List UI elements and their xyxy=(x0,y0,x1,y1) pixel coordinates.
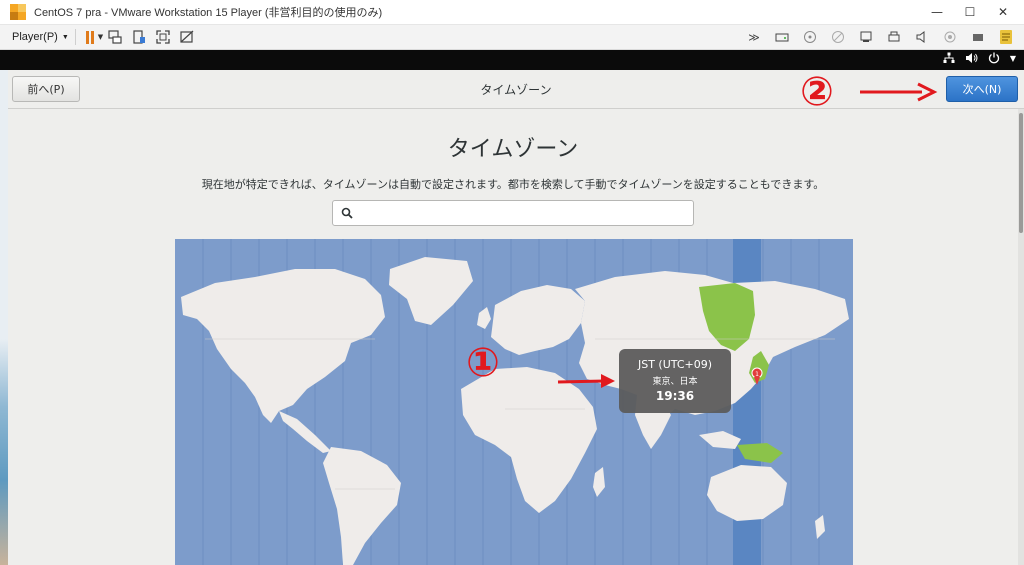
window-title: CentOS 7 pra - VMware Workstation 15 Pla… xyxy=(34,7,383,19)
maximize-button[interactable]: ☐ xyxy=(953,0,987,24)
installer-window: 前へ(P) タイムゾーン 次へ(N) タイムゾーン 現在地が特定できれば、タイム… xyxy=(8,70,1024,565)
power-icon[interactable] xyxy=(988,52,1000,67)
removable-devices-icon[interactable] xyxy=(130,28,148,46)
next-button[interactable]: 次へ(N) xyxy=(946,76,1018,102)
hard-disk-icon[interactable] xyxy=(773,28,791,46)
page-description: 現在地が特定できれば、タイムゾーンは自動で設定されます。都市を検索して手動でタイ… xyxy=(201,178,825,191)
pause-icon[interactable] xyxy=(85,30,94,44)
timezone-content: タイムゾーン 現在地が特定できれば、タイムゾーンは自動で設定されます。都市を検索… xyxy=(8,109,1018,565)
network-icon[interactable] xyxy=(943,52,955,67)
player-menu[interactable]: Player(P) ▼ xyxy=(12,31,69,43)
cd-drive-icon[interactable] xyxy=(801,28,819,46)
more-devices-icon[interactable]: ≫ xyxy=(745,28,763,46)
annotation-step-1: ① xyxy=(466,340,500,386)
desktop-background xyxy=(0,0,8,565)
printer-icon[interactable] xyxy=(885,28,903,46)
timezone-map[interactable]: 1 JST (UTC+09) 東京、日本 19:36 xyxy=(175,239,853,565)
send-ctrl-alt-del-icon[interactable] xyxy=(106,28,124,46)
usb-device-icon[interactable] xyxy=(969,28,987,46)
annotation-arrow-icon xyxy=(860,82,938,102)
volume-icon[interactable] xyxy=(965,52,978,67)
close-button[interactable]: ✕ xyxy=(986,0,1020,24)
page-title: タイムゾーン xyxy=(447,137,579,162)
camera-icon[interactable] xyxy=(941,28,959,46)
unity-mode-icon[interactable] xyxy=(178,28,196,46)
system-menu-chevron-icon[interactable]: ▼ xyxy=(1010,54,1016,67)
vmware-toolbar: Player(P) ▼ ▼ ≫ xyxy=(0,25,1024,50)
city-search-input[interactable] xyxy=(332,200,694,226)
guest-top-bar: ▼ xyxy=(0,50,1024,70)
floppy-icon[interactable] xyxy=(829,28,847,46)
fullscreen-icon[interactable] xyxy=(154,28,172,46)
tooltip-time: 19:36 xyxy=(655,389,695,403)
timezone-tooltip: JST (UTC+09) 東京、日本 19:36 xyxy=(619,349,731,413)
device-status-icons: ≫ xyxy=(742,28,1018,46)
search-icon xyxy=(341,207,353,219)
content-scrollbar[interactable] xyxy=(1018,109,1024,565)
minimize-button[interactable]: — xyxy=(920,0,954,24)
chevron-down-icon: ▼ xyxy=(61,33,69,41)
vmware-logo-icon xyxy=(10,4,26,20)
chevron-down-icon[interactable]: ▼ xyxy=(98,33,103,41)
toolbar-divider xyxy=(74,29,76,45)
window-titlebar: CentOS 7 pra - VMware Workstation 15 Pla… xyxy=(0,0,1024,25)
message-log-icon[interactable] xyxy=(997,28,1015,46)
player-menu-label: Player(P) xyxy=(12,31,58,43)
tooltip-zone: JST (UTC+09) xyxy=(637,358,713,371)
network-adapter-icon[interactable] xyxy=(857,28,875,46)
tooltip-city: 東京、日本 xyxy=(652,377,698,387)
sound-card-icon[interactable] xyxy=(913,28,931,46)
selected-location-marker: 1 xyxy=(755,371,759,378)
annotation-step-2: ② xyxy=(800,69,834,115)
